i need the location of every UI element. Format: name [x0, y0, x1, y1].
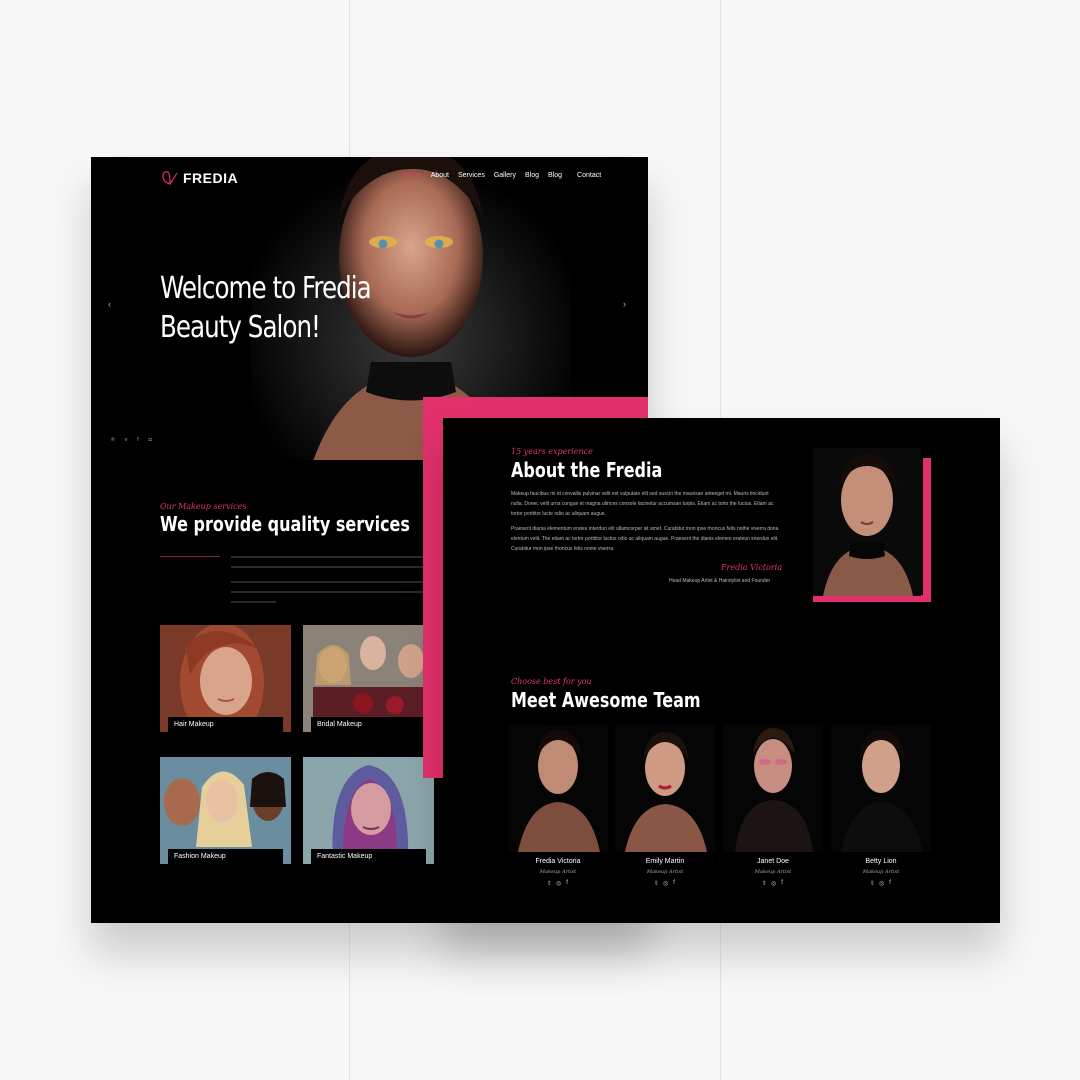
twitter-icon[interactable]: 𝕥: [871, 880, 874, 887]
team-kicker: Choose best for you: [511, 677, 592, 686]
team-member-name: Fredia Victoria: [535, 858, 581, 865]
hair-makeup-image: [160, 625, 291, 732]
team-member-card[interactable]: Betty Lion Makeup Artist 𝕥 ◎ f: [831, 724, 931, 887]
fantastic-makeup-image: [303, 757, 434, 864]
nav-item-about[interactable]: About: [431, 172, 449, 179]
facebook-icon[interactable]: f: [781, 880, 783, 887]
hero-title-line-2: Beauty Salon!: [160, 310, 321, 345]
photo-accent-bar: [923, 458, 931, 602]
service-card-label: Fantastic Makeup: [311, 849, 426, 864]
nav-item-gallery[interactable]: Gallery: [494, 172, 516, 179]
butterfly-icon: [162, 171, 178, 185]
team-member-role: Makeup Artist: [646, 869, 684, 875]
service-card-label: Bridal Makeup: [311, 717, 426, 732]
services-text-line: [231, 566, 431, 568]
services-title: We provide quality services: [160, 512, 410, 536]
team-member-social: 𝕥 ◎ f: [615, 880, 715, 887]
about-title: About the Fredia: [511, 458, 663, 482]
nav-item-services[interactable]: Services: [458, 172, 485, 179]
services-text-line: [231, 556, 431, 558]
nav-item-home[interactable]: Home: [403, 172, 422, 179]
team-member-card[interactable]: Emily Martin Makeup Artist 𝕥 ◎ f: [615, 724, 715, 887]
team-member-photo: [508, 724, 608, 852]
brand-logo[interactable]: FREDIA: [161, 170, 238, 186]
team-member-photo: [723, 724, 823, 852]
team-title: Meet Awesome Team: [511, 688, 701, 712]
vimeo-icon[interactable]: v: [125, 437, 128, 443]
team-member-name: Janet Doe: [757, 858, 789, 865]
team-member-social: 𝕥 ◎ f: [508, 880, 608, 887]
team-member-name: Betty Lion: [865, 858, 897, 865]
services-text-line: [231, 581, 431, 583]
founder-signature: Fredia Victoria: [721, 563, 782, 572]
team-member-role: Makeup Artist: [539, 869, 577, 875]
about-paragraph: Praesent diania elementum erateu interdu…: [511, 526, 779, 552]
brand-name: FREDIA: [183, 170, 239, 186]
service-card-fantastic[interactable]: Fantastic Makeup: [303, 757, 434, 864]
divider: [160, 556, 220, 557]
service-card-bridal[interactable]: Bridal Makeup: [303, 625, 434, 732]
hero-social-links: ℗ v f ◘: [111, 437, 152, 443]
facebook-icon[interactable]: f: [889, 880, 891, 887]
team-member-photo: [831, 724, 931, 852]
about-paragraph: Makeup faucibus mi id convallis pulvinar…: [511, 491, 774, 517]
hero-title: Welcome to Fredia Beauty Salon!: [160, 269, 431, 347]
main-nav: Home About Services Gallery Blog Blog Co…: [403, 172, 601, 179]
team-member-card[interactable]: Janet Doe Makeup Artist 𝕥 ◎ f: [723, 724, 823, 887]
nav-item-blog[interactable]: Blog: [525, 172, 539, 179]
facebook-icon[interactable]: f: [137, 437, 138, 443]
team-member-name: Emily Martin: [645, 858, 685, 865]
team-member-card[interactable]: Fredia Victoria Makeup Artist 𝕥 ◎ f: [508, 724, 608, 887]
facebook-icon[interactable]: f: [673, 880, 675, 887]
instagram-icon[interactable]: ◎: [771, 880, 776, 887]
pinterest-icon[interactable]: ℗: [111, 437, 115, 443]
fashion-makeup-image: [160, 757, 291, 864]
team-member-role: Makeup Artist: [862, 869, 900, 875]
founder-photo: [813, 448, 921, 596]
slider-prev-icon[interactable]: ‹: [108, 299, 111, 309]
twitter-icon[interactable]: 𝕥: [548, 880, 551, 887]
team-member-social: 𝕥 ◎ f: [831, 880, 931, 887]
service-card-hair[interactable]: Hair Makeup: [160, 625, 291, 732]
service-card-fashion[interactable]: Fashion Makeup: [160, 757, 291, 864]
service-card-label: Hair Makeup: [168, 717, 283, 732]
team-member-social: 𝕥 ◎ f: [723, 880, 823, 887]
bridal-makeup-image: [303, 625, 434, 732]
service-card-label: Fashion Makeup: [168, 849, 283, 864]
team-member-role: Makeup Artist: [754, 869, 792, 875]
about-page-preview: 15 years experience About the Fredia Mak…: [443, 418, 1000, 923]
services-kicker: Our Makeup services: [160, 502, 247, 511]
facebook-icon[interactable]: f: [566, 880, 568, 887]
services-text-line: [231, 601, 276, 603]
hero-title-line-1: Welcome to Fredia: [160, 271, 372, 306]
twitter-icon[interactable]: 𝕥: [763, 880, 766, 887]
founder-portrait-image: [813, 448, 921, 596]
instagram-icon[interactable]: ◎: [663, 880, 668, 887]
instagram-icon[interactable]: ◘: [149, 437, 152, 443]
nav-item-blog-2[interactable]: Blog: [548, 172, 562, 179]
instagram-icon[interactable]: ◎: [556, 880, 561, 887]
twitter-icon[interactable]: 𝕥: [655, 880, 658, 887]
team-member-photo: [615, 724, 715, 852]
photo-accent-bar: [813, 595, 931, 602]
slider-next-icon[interactable]: ›: [623, 299, 626, 309]
nav-item-contact[interactable]: Contact: [577, 172, 601, 179]
instagram-icon[interactable]: ◎: [879, 880, 884, 887]
services-text-line: [231, 591, 431, 593]
about-kicker: 15 years experience: [511, 447, 593, 456]
founder-role: Head Makeup Artist & Hairstylist and Fou…: [669, 578, 771, 584]
